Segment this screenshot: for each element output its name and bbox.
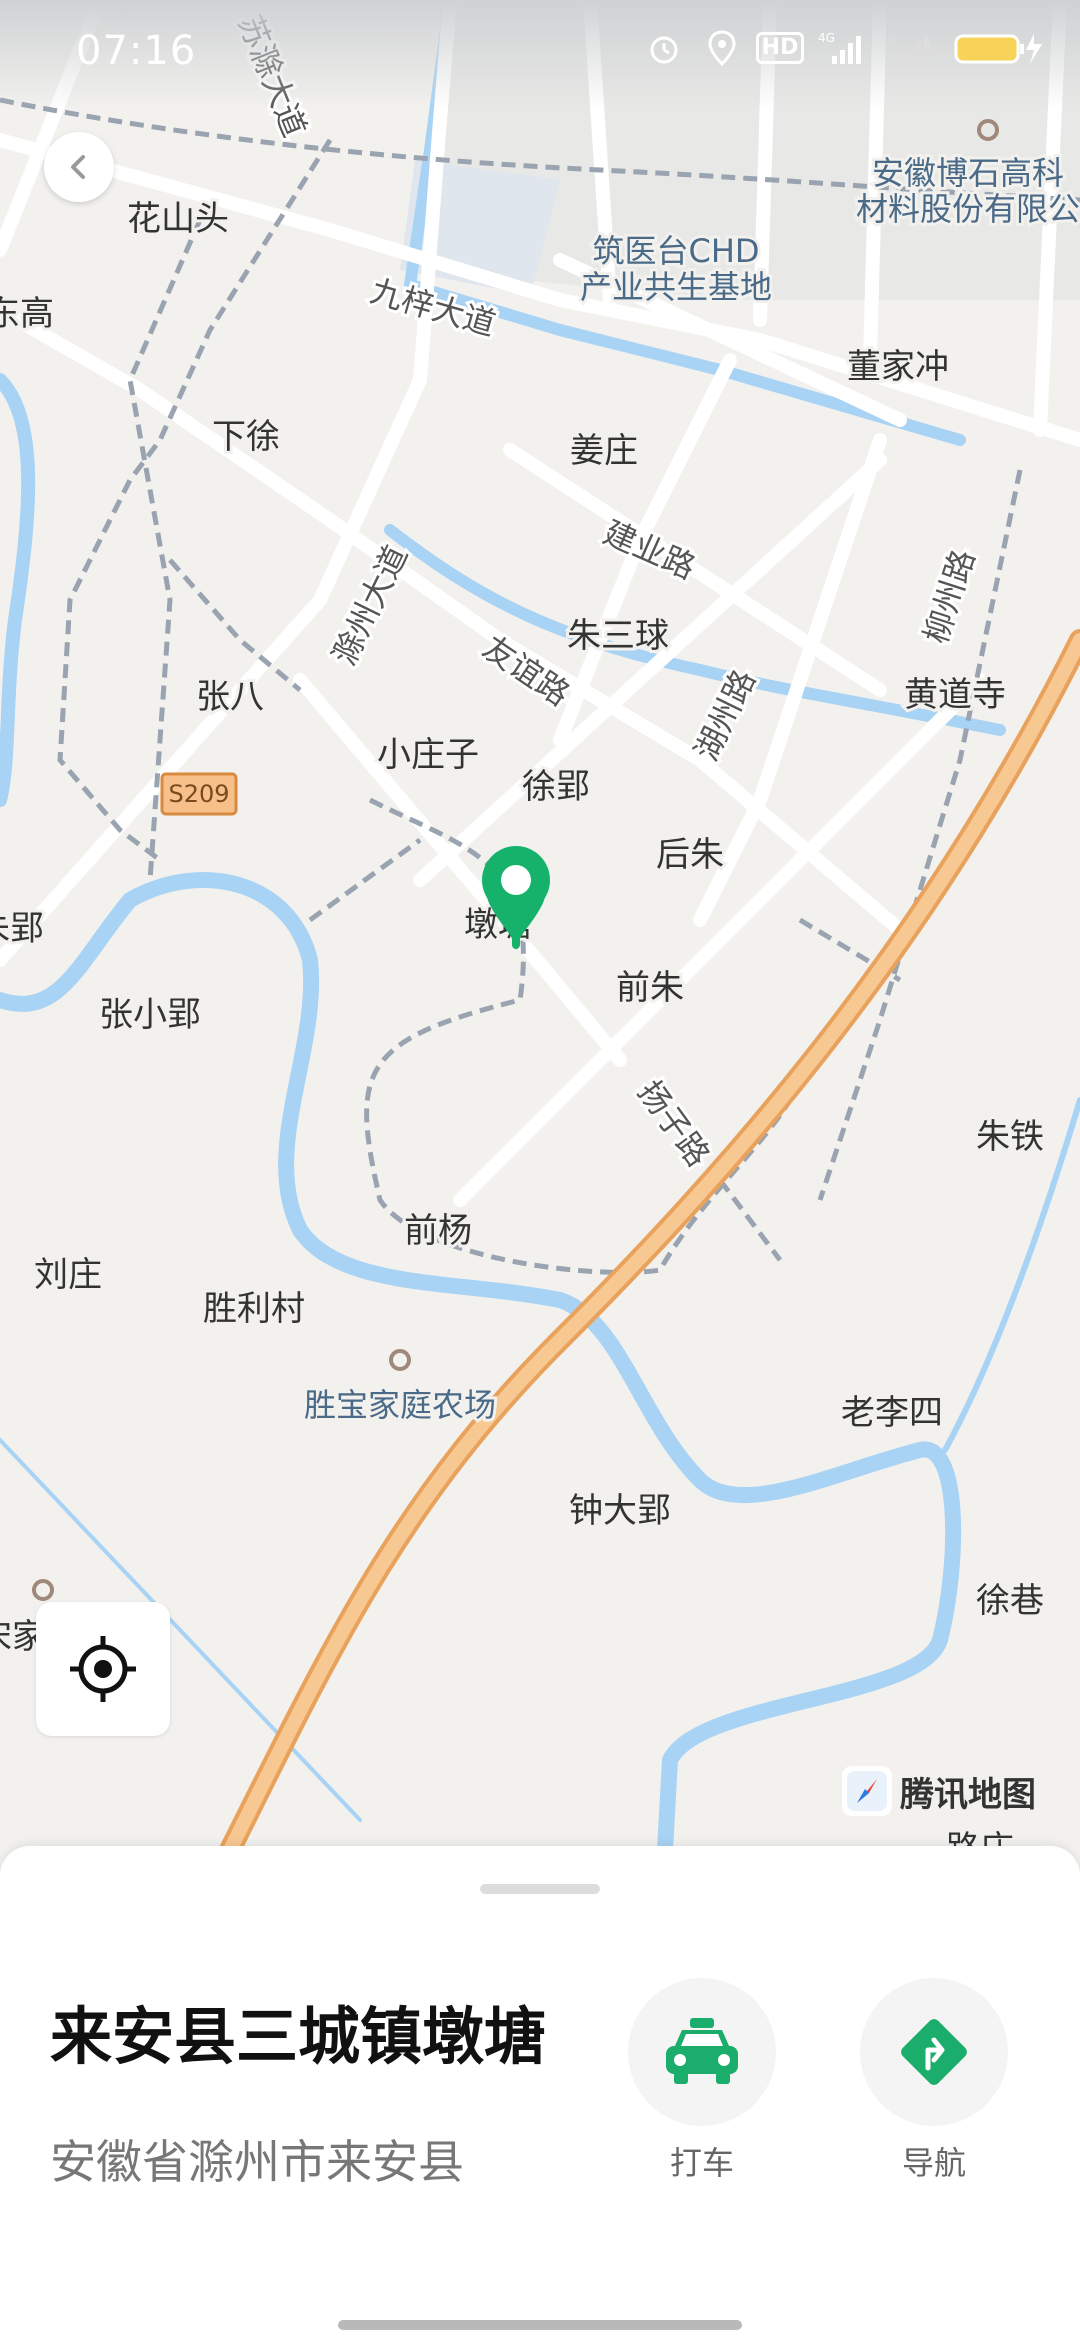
poi-label: 安徽博石高科	[872, 154, 1064, 192]
back-button[interactable]	[44, 132, 114, 202]
map-label: 朱三球	[567, 616, 669, 656]
map-label: 花山头	[127, 199, 229, 239]
signal-icon: 4G	[818, 28, 868, 68]
map-view[interactable]: S209 花山头 东高 下徐 姜庄 董家冲 朱三球 黄道寺 张八 小庄子 徐郢 …	[0, 0, 1080, 1850]
svg-text:×: ×	[886, 32, 898, 48]
sheet-drag-handle[interactable]	[480, 1884, 600, 1894]
taxi-icon	[666, 2018, 738, 2084]
signal-off-icon: ×	[886, 28, 936, 68]
map-label: 朱铁	[976, 1117, 1044, 1157]
svg-text:4G: 4G	[818, 31, 835, 45]
taxi-label: 打车	[669, 2144, 734, 2182]
map-label: 前杨	[404, 1211, 472, 1251]
navigation-icon	[901, 2019, 967, 2085]
location-icon	[702, 28, 742, 68]
svg-text:S209: S209	[168, 780, 229, 808]
place-bottom-sheet: 来安县三城镇墩塘 安徽省滁州市来安县 打车 导航	[0, 1846, 1080, 2340]
chevron-left-icon	[71, 155, 85, 179]
poi-label: 胜宝家庭农场	[304, 1386, 496, 1424]
map-label: 姜庄	[570, 431, 638, 471]
navigate-button-circle[interactable]	[860, 1978, 1008, 2126]
map-label: 胜利村	[203, 1289, 305, 1329]
poi-label: 产业共生基地	[580, 268, 772, 306]
alarm-icon	[644, 28, 684, 68]
my-location-button[interactable]	[36, 1602, 170, 1736]
map-label: 黄道寺	[904, 675, 1006, 715]
navigate-button[interactable]: 导航	[860, 1978, 1008, 2184]
home-indicator[interactable]	[338, 2320, 742, 2330]
taxi-button[interactable]: 打车	[628, 1978, 776, 2184]
poi-label: 筑医台CHD	[592, 232, 759, 270]
highway-badge: S209	[160, 772, 238, 816]
map-label: 后朱	[656, 835, 724, 875]
map-label: 下徐	[212, 417, 280, 457]
map-label: 张八	[196, 677, 264, 717]
map-brand-label: 腾讯地图	[900, 1774, 1036, 1815]
map-label: 钟大郢	[569, 1491, 671, 1531]
map-label: 徐巷	[976, 1581, 1044, 1621]
status-time: 07:16	[76, 28, 197, 74]
poi-label: 材料股份有限公	[856, 190, 1080, 228]
place-address: 安徽省滁州市来安县	[50, 2135, 464, 2189]
map-label: 董家冲	[847, 347, 949, 387]
status-bar: 07:16 HD 4G ×	[0, 0, 1080, 110]
hd-icon: HD	[755, 28, 805, 68]
tencent-map-logo-icon	[842, 1766, 892, 1816]
map-label: 东高	[0, 294, 54, 334]
map-label: 朱郢	[0, 909, 44, 949]
map-brand: 腾讯地图	[842, 1766, 1036, 1816]
crosshair-icon	[70, 1636, 136, 1702]
map-label: 老李四	[841, 1393, 943, 1433]
map-label: 小庄子	[377, 735, 479, 775]
map-label: 刘庄	[34, 1255, 102, 1295]
battery-icon	[954, 28, 1044, 68]
taxi-button-circle[interactable]	[628, 1978, 776, 2126]
place-title: 来安县三城镇墩塘	[50, 2000, 547, 2073]
navigate-label: 导航	[901, 2144, 966, 2182]
status-icons: HD 4G ×	[644, 28, 1044, 68]
map-label: 徐郢	[522, 767, 590, 807]
map-label: 张小郢	[99, 995, 201, 1035]
map-label: 前朱	[616, 968, 684, 1008]
